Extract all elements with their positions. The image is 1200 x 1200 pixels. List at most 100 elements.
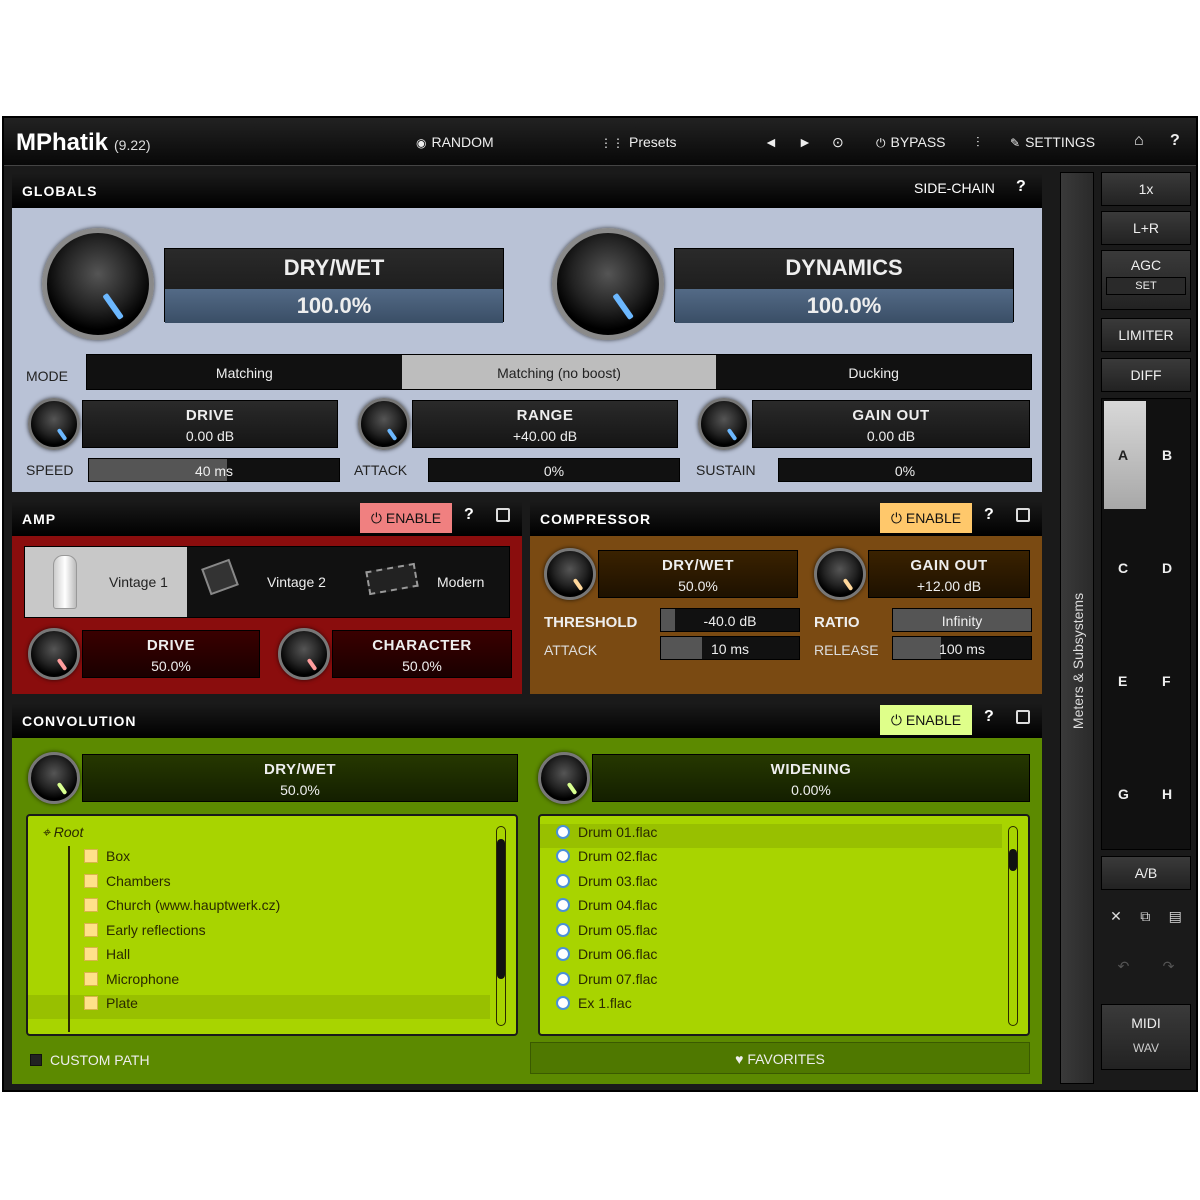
undo-icon[interactable]: ↶	[1118, 958, 1130, 988]
audio-file-icon	[556, 947, 570, 961]
help-button[interactable]: ?	[1170, 132, 1180, 150]
amp-type-vintage2[interactable]: Vintage 2	[187, 547, 349, 617]
ms-button[interactable]: ⫶	[976, 134, 980, 151]
conv-drywet-knob[interactable]	[28, 752, 80, 804]
power-icon: ⏻	[370, 510, 386, 526]
home-button[interactable]: ⌂	[1134, 132, 1144, 150]
shuffle-icon[interactable]: ✕	[1110, 908, 1122, 936]
agc-set-button[interactable]: SET	[1106, 277, 1186, 295]
presets-button[interactable]: ⋮⋮ Presets	[600, 134, 676, 150]
compressor-help-button[interactable]: ?	[984, 506, 995, 524]
slot-d[interactable]: D	[1162, 560, 1172, 576]
settings-button[interactable]: ✎ SETTINGS	[1010, 134, 1095, 150]
folder-item[interactable]: Church (www.hauptwerk.cz)	[28, 897, 516, 921]
slot-f[interactable]: F	[1162, 673, 1171, 689]
speed-slider[interactable]: 40 ms	[88, 458, 340, 482]
drive-knob[interactable]	[28, 398, 80, 450]
convolution-section: CONVOLUTION ⏻ ENABLE ? DRY/WET 50.0% WIDE…	[12, 702, 1042, 1084]
oversampling-button[interactable]: 1x	[1101, 172, 1191, 206]
convolution-expand-icon[interactable]	[1016, 710, 1030, 724]
slot-e[interactable]: E	[1118, 673, 1127, 689]
comp-drywet-knob[interactable]	[544, 548, 596, 600]
prev-preset-button[interactable]: ◄	[764, 134, 778, 150]
random-button[interactable]: ◉ RANDOM	[416, 134, 494, 150]
range-knob[interactable]	[358, 398, 410, 450]
folder-scrollbar[interactable]	[496, 826, 506, 1026]
globals-help-button[interactable]: ?	[1016, 178, 1027, 196]
arrow-right-icon: ►	[798, 134, 812, 150]
release-slider[interactable]: 100 ms	[892, 636, 1032, 660]
folder-item[interactable]: Chambers	[28, 873, 516, 897]
bypass-button[interactable]: ⏻ BYPASS	[876, 134, 946, 151]
tree-line	[68, 846, 70, 1032]
app-title: MPhatik (9.22)	[16, 129, 151, 156]
custom-path-toggle[interactable]: CUSTOM PATH	[30, 1052, 150, 1068]
convolution-enable-button[interactable]: ⏻ ENABLE	[880, 705, 972, 735]
meters-subsystems-tab[interactable]: Meters & Subsystems	[1060, 172, 1094, 1084]
next-preset-button[interactable]: ►	[798, 134, 812, 150]
channel-mode-button[interactable]: L+R	[1101, 211, 1191, 245]
threshold-slider[interactable]: -40.0 dB	[660, 608, 800, 632]
amp-drive-knob[interactable]	[28, 628, 80, 680]
dice-icon: ⊙	[832, 134, 844, 150]
dynamics-knob[interactable]	[552, 228, 664, 340]
slot-c[interactable]: C	[1118, 560, 1128, 576]
preset-slots: A B C D E F G H	[1101, 398, 1191, 850]
folder-item[interactable]: Microphone	[28, 971, 516, 995]
mode-matching[interactable]: Matching	[87, 355, 402, 389]
amp-enable-button[interactable]: ⏻ ENABLE	[360, 503, 452, 533]
attack-slider[interactable]: 0%	[428, 458, 680, 482]
paste-icon[interactable]: ▤	[1169, 908, 1182, 936]
ratio-slider[interactable]: Infinity	[892, 608, 1032, 632]
character-knob[interactable]	[278, 628, 330, 680]
dynamics-display: DYNAMICS 100.0%	[674, 248, 1014, 323]
file-item[interactable]: Drum 06.flac	[540, 946, 1028, 970]
mode-ducking[interactable]: Ducking	[716, 355, 1031, 389]
favorites-button[interactable]: ♥ FAVORITES	[530, 1042, 1030, 1074]
file-item[interactable]: Drum 03.flac	[540, 873, 1028, 897]
randomize-preset-button[interactable]: ⊙	[832, 134, 844, 151]
tree-root[interactable]: ⌖ Root	[28, 824, 516, 848]
compressor-enable-button[interactable]: ⏻ ENABLE	[880, 503, 972, 533]
amp-type-vintage1[interactable]: Vintage 1	[25, 547, 187, 617]
drive-display: DRIVE 0.00 dB	[82, 400, 338, 448]
copy-icon[interactable]: ⧉	[1140, 908, 1150, 936]
file-item[interactable]: Ex 1.flac	[540, 995, 1028, 1019]
amp-help-button[interactable]: ?	[464, 506, 475, 524]
slot-tools: ✕ ⧉ ▤	[1101, 898, 1191, 936]
folder-item[interactable]: Box	[28, 848, 516, 872]
sustain-slider[interactable]: 0%	[778, 458, 1032, 482]
midi-button[interactable]: MIDI WAV	[1101, 1004, 1191, 1070]
widening-knob[interactable]	[538, 752, 590, 804]
side-chain-button[interactable]: SIDE-CHAIN	[914, 180, 995, 196]
amp-expand-icon[interactable]	[496, 508, 510, 522]
file-scrollbar[interactable]	[1008, 826, 1018, 1026]
gain-out-knob[interactable]	[698, 398, 750, 450]
slot-b[interactable]: B	[1162, 447, 1172, 463]
comp-gain-out-knob[interactable]	[814, 548, 866, 600]
file-item[interactable]: Drum 07.flac	[540, 971, 1028, 995]
diff-button[interactable]: DIFF	[1101, 358, 1191, 392]
amp-type-modern[interactable]: Modern	[349, 547, 511, 617]
convolution-help-button[interactable]: ?	[984, 708, 995, 726]
slot-a[interactable]: A	[1118, 447, 1128, 463]
compressor-expand-icon[interactable]	[1016, 508, 1030, 522]
comp-attack-slider[interactable]: 10 ms	[660, 636, 800, 660]
file-item[interactable]: Drum 02.flac	[540, 848, 1028, 872]
slot-g[interactable]: G	[1118, 786, 1129, 802]
file-item[interactable]: Drum 04.flac	[540, 897, 1028, 921]
folder-item-selected[interactable]: Plate	[28, 995, 490, 1019]
wav-button[interactable]: WAV	[1102, 1041, 1190, 1055]
redo-icon[interactable]: ↷	[1163, 958, 1175, 988]
limiter-button[interactable]: LIMITER	[1101, 318, 1191, 352]
mode-matching-no-boost[interactable]: Matching (no boost)	[401, 355, 717, 389]
drywet-knob[interactable]	[42, 228, 154, 340]
slot-h[interactable]: H	[1162, 786, 1172, 802]
folder-item[interactable]: Hall	[28, 946, 516, 970]
ab-button[interactable]: A/B	[1101, 856, 1191, 890]
file-item[interactable]: Drum 05.flac	[540, 922, 1028, 946]
folder-item[interactable]: Early reflections	[28, 922, 516, 946]
file-item-selected[interactable]: Drum 01.flac	[540, 824, 1002, 848]
drywet-display: DRY/WET 100.0%	[164, 248, 504, 323]
agc-button[interactable]: AGC SET	[1101, 250, 1191, 310]
